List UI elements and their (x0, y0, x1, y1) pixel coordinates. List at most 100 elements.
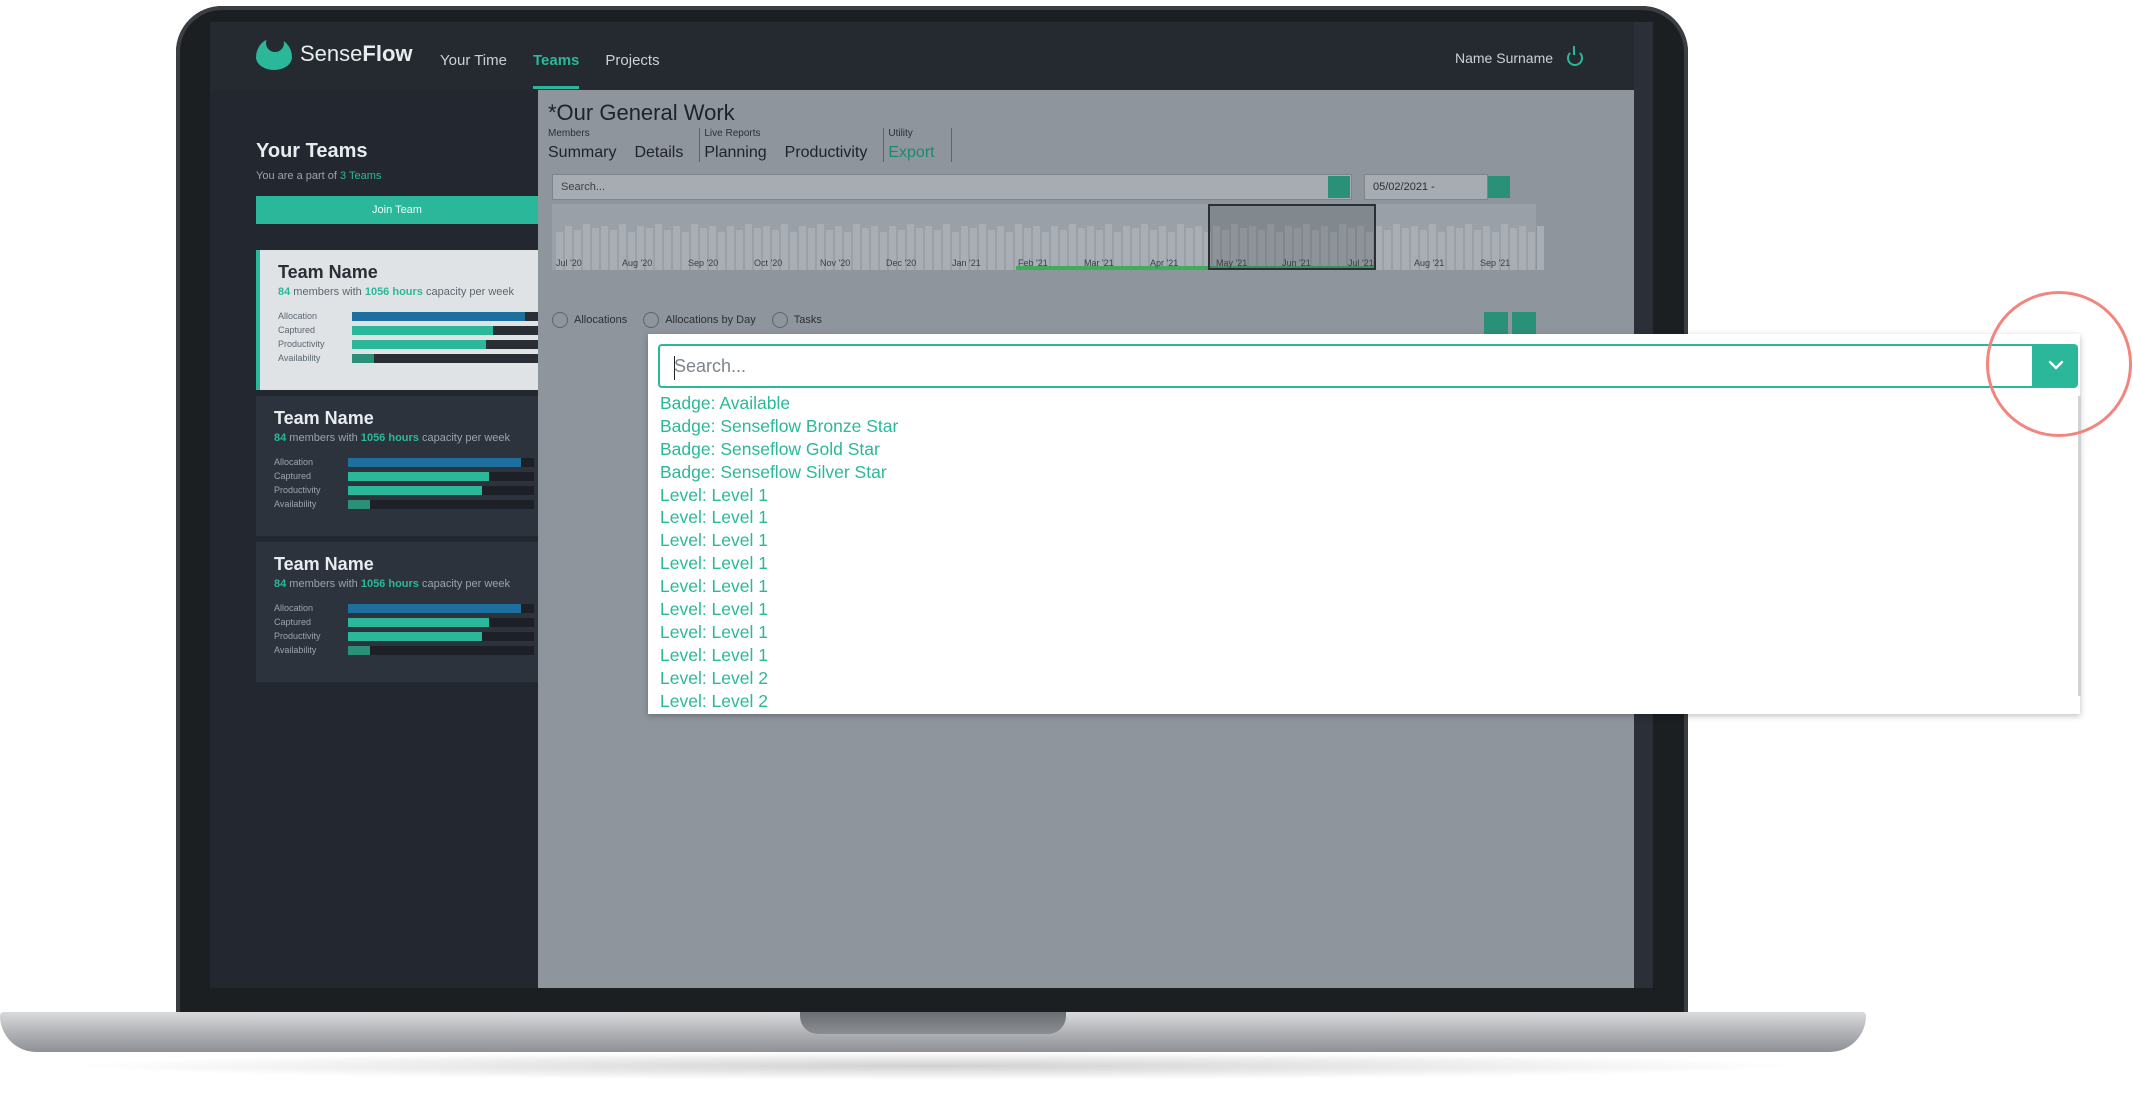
radio-circle[interactable] (552, 312, 568, 328)
dropdown-scrollbar[interactable] (2078, 396, 2081, 696)
tab-productivity[interactable]: Productivity (785, 144, 868, 162)
metric-row: Captured (278, 324, 540, 336)
text-caret (674, 356, 675, 380)
metric-bar-fill (348, 603, 521, 613)
main-nav: Your Time Teams Projects (440, 52, 660, 89)
dropdown-option[interactable]: Badge: Senseflow Silver Star (660, 461, 2072, 484)
view-options: Allocations Allocations by Day Tasks (552, 312, 822, 328)
timeline-bar (1537, 226, 1544, 270)
join-team-button[interactable]: Join Team (256, 196, 538, 224)
dropdown-search-field[interactable] (658, 344, 2034, 388)
team-card[interactable]: Team Name 84 members with 1056 hours capa… (256, 542, 538, 682)
metric-row: Availability (278, 352, 540, 364)
timeline-bar (1465, 224, 1472, 270)
timeline-chart[interactable]: Jul '20 Aug '20 Sep '20 Oct '20 Nov '20 Dec '… (552, 204, 1544, 270)
timeline-bar (1393, 224, 1400, 270)
metric-bar-fill (348, 471, 490, 481)
date-range-input[interactable]: 05/02/2021 - 07/17/2021 (1364, 174, 1488, 217)
filter-search-input[interactable]: Search... (552, 174, 1352, 200)
timeline-month-label: Jan '21 (952, 258, 981, 268)
metric-bar-fill (348, 617, 490, 627)
timeline-bar (673, 226, 680, 270)
timeline-month-label: Aug '21 (1414, 258, 1445, 268)
timeline-bar (1375, 226, 1382, 270)
timeline-bar (1447, 226, 1454, 270)
dropdown-options-list: Badge: Available Badge: Senseflow Bronze … (660, 392, 2072, 712)
metric-bar (352, 353, 538, 363)
radio-label: Tasks (793, 314, 822, 326)
user-menu[interactable]: Name Surname (1455, 46, 1584, 66)
user-name[interactable]: Name Surname (1455, 50, 1553, 66)
senseflow-logo[interactable]: SenseFlow (256, 34, 413, 70)
timeline-bar (997, 226, 1004, 270)
timeline-bar (583, 224, 590, 270)
radio-allocations[interactable]: Allocations (552, 312, 627, 328)
radio-tasks[interactable]: Tasks (771, 312, 822, 328)
dropdown-option[interactable]: Level: Level 1 (660, 484, 2072, 507)
radio-circle[interactable] (643, 312, 660, 328)
team-name: Team Name (278, 262, 378, 282)
dropdown-option[interactable]: Level: Level 1 (660, 529, 2072, 552)
dropdown-option[interactable]: Badge: Senseflow Bronze Star (660, 415, 2072, 438)
radio-circle[interactable] (771, 312, 788, 328)
power-icon[interactable] (1567, 46, 1584, 66)
dropdown-option[interactable]: Badge: Senseflow Gold Star (660, 438, 2072, 461)
metric-bar-fill (352, 311, 525, 321)
metric-row: Productivity (278, 338, 540, 350)
timeline-bar (727, 226, 734, 270)
dropdown-option[interactable]: Level: Level 1 (660, 644, 2072, 667)
nav-your-time[interactable]: Your Time (440, 52, 507, 69)
dropdown-search-input[interactable] (660, 346, 2032, 386)
timeline-bar (988, 230, 995, 270)
laptop-notch (800, 1012, 1066, 1034)
metric-row: Allocation (274, 602, 536, 614)
nav-teams[interactable]: Teams (532, 52, 580, 89)
file-icon[interactable] (1484, 312, 1508, 336)
team-capacity: 84 members with 1056 hours capacity per … (274, 578, 511, 590)
spreadsheet-icon[interactable] (1512, 312, 1536, 336)
metric-label: Allocation (274, 457, 314, 467)
tab-bar: Members Summary Details Live Reports Pla… (548, 128, 956, 162)
timeline-bar (1528, 232, 1535, 270)
tab-details[interactable]: Details (634, 144, 683, 162)
dropdown-option[interactable]: Level: Level 1 (660, 621, 2072, 644)
metric-label: Availability (274, 645, 317, 655)
timeline-bar (799, 226, 806, 270)
nav-projects[interactable]: Projects (605, 52, 659, 69)
dropdown-option[interactable]: Level: Level 1 (660, 598, 2072, 621)
dropdown-option[interactable]: Level: Level 1 (660, 575, 2072, 598)
dropdown-option[interactable]: Badge: Available (660, 392, 2072, 415)
dropdown-option[interactable]: Level: Level 2 (660, 690, 2072, 713)
metric-bar (348, 645, 534, 655)
timeline-month-label: Feb '21 (1018, 258, 1048, 268)
team-card[interactable]: Team Name 84 members with 1056 hours capa… (256, 396, 538, 536)
metric-bar (348, 457, 534, 467)
timeline-bar (1519, 226, 1526, 270)
timeline-bar (808, 228, 815, 270)
timeline-month-label: Oct '20 (754, 258, 783, 268)
metric-bar (348, 499, 534, 509)
team-name: Team Name (274, 408, 374, 428)
metric-row: Captured (274, 470, 536, 482)
metric-bar-fill (352, 325, 494, 335)
tab-planning[interactable]: Planning (704, 144, 766, 162)
calendar-icon[interactable] (1488, 176, 1510, 198)
team-card[interactable]: Team Name 84 members with 1056 hours capa… (256, 250, 538, 390)
timeline-bar (592, 228, 599, 270)
team-name: Team Name (274, 554, 374, 574)
tab-summary[interactable]: Summary (548, 144, 616, 162)
radio-allocations-by-day[interactable]: Allocations by Day (643, 312, 756, 328)
timeline-bar (1510, 228, 1517, 270)
metric-label: Availability (278, 353, 321, 363)
chevron-down-icon[interactable] (1328, 176, 1350, 198)
metric-row: Availability (274, 644, 536, 656)
tab-export[interactable]: Export (888, 144, 934, 162)
dropdown-option[interactable]: Level: Level 2 (660, 667, 2072, 690)
metric-label: Captured (274, 471, 312, 481)
radio-label: Allocations (574, 314, 628, 326)
dropdown-option[interactable]: Level: Level 1 (660, 506, 2072, 529)
timeline-bar (1402, 228, 1409, 270)
tab-group-label: Members (548, 128, 590, 139)
dropdown-option[interactable]: Level: Level 1 (660, 552, 2072, 575)
timeline-bar (1060, 230, 1067, 270)
